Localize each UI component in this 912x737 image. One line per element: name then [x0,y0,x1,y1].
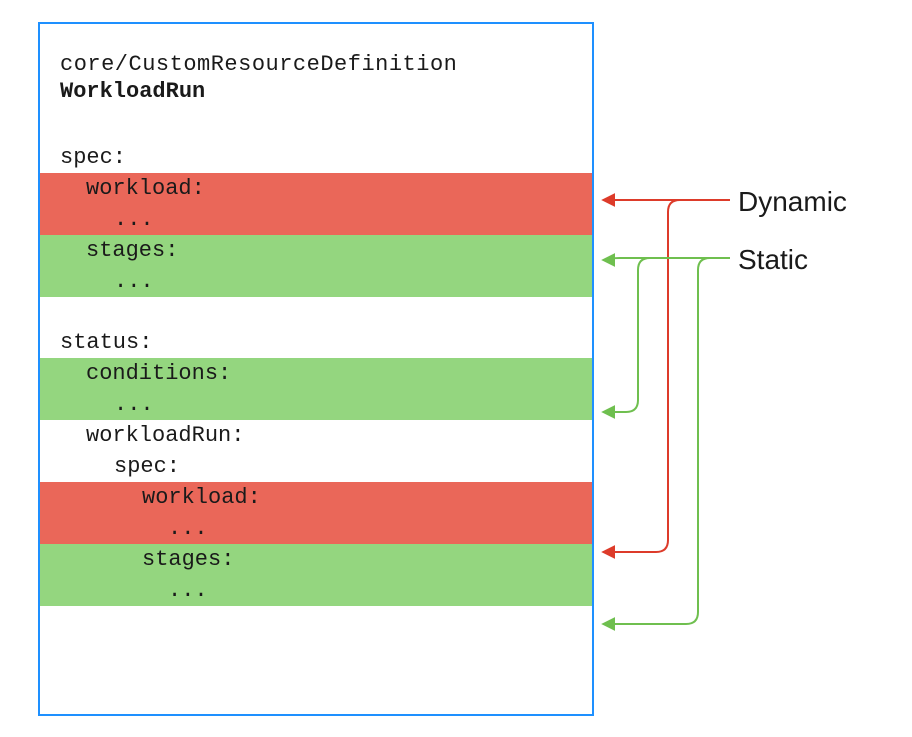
stages-ellipsis-2: ... [40,575,592,606]
stages-key-2: stages: [40,544,592,575]
static-label: Static [738,244,808,276]
conditions-key: conditions: [40,358,592,389]
conditions-block: conditions: ... [40,358,592,420]
stages-key-1: stages: [40,235,592,266]
yaml-content: spec: workload: ... stages: ... status: … [40,142,592,606]
stages-block-2: stages: ... [40,544,592,606]
workload-ellipsis-2: ... [40,513,592,544]
arrow-dynamic-2 [604,200,730,552]
crd-name: WorkloadRun [60,79,572,104]
workload-block-1: workload: ... [40,173,592,235]
workload-key-2: workload: [40,482,592,513]
stages-block-1: stages: ... [40,235,592,297]
arrow-static-2 [604,258,730,412]
arrow-static-3 [604,258,730,624]
dynamic-label: Dynamic [738,186,847,218]
spacer-1 [40,297,592,327]
arrow-static-1 [604,258,730,260]
nested-spec-key: spec: [40,451,592,482]
workload-key-1: workload: [40,173,592,204]
conditions-ellipsis: ... [40,389,592,420]
crd-header: core/CustomResourceDefinition WorkloadRu… [40,24,592,104]
workload-ellipsis-1: ... [40,204,592,235]
stages-ellipsis-1: ... [40,266,592,297]
crd-box: core/CustomResourceDefinition WorkloadRu… [38,22,594,716]
crd-type-label: core/CustomResourceDefinition [60,52,572,77]
status-key: status: [40,327,592,358]
workload-block-2: workload: ... [40,482,592,544]
spec-key: spec: [40,142,592,173]
workloadrun-key: workloadRun: [40,420,592,451]
